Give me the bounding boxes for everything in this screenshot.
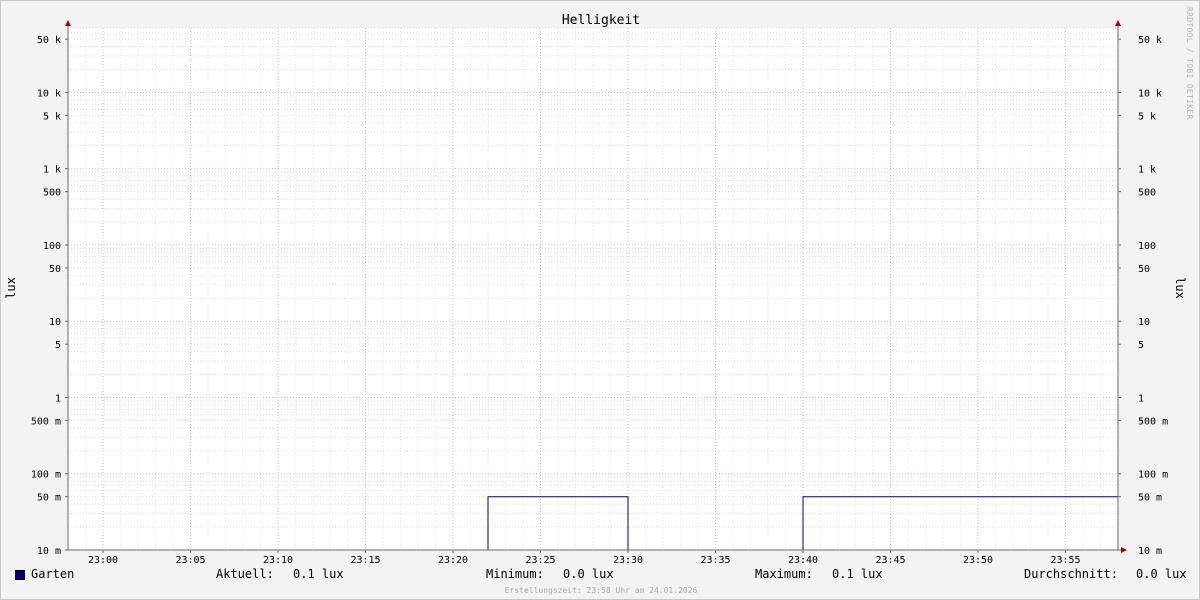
y-tick-label-right: 500 m	[1138, 416, 1168, 427]
y-axis-left-arrow	[65, 20, 71, 26]
x-tick-label: 23:40	[788, 555, 818, 566]
legend-stat-value-minimum: 0.0 lux	[563, 567, 614, 581]
chart-window: 50 k 10 k 5 k 1 k 500 100 50 10 5 1 500 m 100 m 50 m…	[0, 0, 1200, 600]
y-tick-label-left: 1 k	[43, 165, 61, 176]
legend-stat-label-maximum: Maximum:	[755, 567, 813, 581]
y-tick-label-right: 100	[1138, 241, 1156, 252]
x-tick-label: 23:45	[875, 555, 905, 566]
y-axis-label-left: lux	[4, 277, 18, 299]
y-tick-label-right: 1	[1138, 393, 1144, 404]
y-tick-label-left: 50 k	[37, 35, 61, 46]
x-axis-arrow	[1121, 547, 1127, 553]
legend-stat-value-average: 0.0 lux	[1136, 567, 1187, 581]
brightness-chart: 50 k 10 k 5 k 1 k 500 100 50 10 5 1 500 m 100 m 50 m…	[4, 13, 1187, 566]
y-tick-label-right: 50 k	[1138, 35, 1162, 46]
watermark: RRDTOOL / TOBI OETIKER	[1185, 7, 1194, 120]
y-axis-label-right: lux	[1173, 277, 1187, 299]
y-tick-label-left: 10	[49, 317, 61, 328]
y-tick-label-left: 500	[43, 188, 61, 199]
legend-stat-value-maximum: 0.1 lux	[832, 567, 883, 581]
y-tick-label-right: 1 k	[1138, 165, 1156, 176]
x-tick-label: 23:05	[175, 555, 205, 566]
y-tick-label-left: 500 m	[31, 416, 61, 427]
x-ticks: 23:00 23:05 23:10 23:15 23:20 23:25 23:30 23:35…	[88, 550, 1081, 566]
legend-stat-label-average: Durchschnitt:	[1024, 567, 1118, 581]
y-tick-label-right: 50 m	[1138, 493, 1162, 504]
y-tick-label-right: 10	[1138, 317, 1150, 328]
x-tick-label: 23:50	[963, 555, 993, 566]
legend-swatch	[15, 570, 25, 580]
legend-stat-value-current: 0.1 lux	[293, 567, 344, 581]
y-tick-label-left: 10 m	[37, 546, 61, 557]
y-tick-label-left: 100	[43, 241, 61, 252]
y-tick-label-right: 100 m	[1138, 470, 1168, 481]
y-tick-label-right: 5 k	[1138, 111, 1156, 122]
x-tick-label: 23:35	[700, 555, 730, 566]
x-tick-label: 23:30	[613, 555, 643, 566]
y-tick-label-left: 50 m	[37, 493, 61, 504]
y-tick-label-right: 50	[1138, 264, 1150, 275]
footer-timestamp: Erstellungszeit: 23:58 Uhr am 24.01.2026	[504, 586, 698, 595]
y-tick-label-left: 1	[55, 393, 61, 404]
y-tick-label-left: 5 k	[43, 111, 61, 122]
legend: Garten Aktuell: 0.1 lux Minimum: 0.0 lux…	[1, 567, 1200, 585]
y-axis-right-arrow	[1115, 20, 1121, 26]
x-tick-label: 23:20	[438, 555, 468, 566]
legend-stat-label-minimum: Minimum:	[486, 567, 544, 581]
y-tick-label-right: 10 k	[1138, 88, 1162, 99]
x-tick-label: 23:25	[525, 555, 555, 566]
y-tick-label-left: 5	[55, 340, 61, 351]
x-tick-label: 23:15	[350, 555, 380, 566]
y-tick-label-left: 100 m	[31, 470, 61, 481]
y-ticks-left: 50 k 10 k 5 k 1 k 500 100 50 10 5 1 500 m 100 m 50 m…	[31, 35, 68, 557]
y-tick-label-right: 5	[1138, 340, 1144, 351]
y-tick-label-left: 50	[49, 264, 61, 275]
x-tick-label: 23:10	[263, 555, 293, 566]
legend-series-name: Garten	[31, 567, 75, 581]
x-tick-label: 23:55	[1050, 555, 1080, 566]
legend-stat-label-current: Aktuell:	[216, 567, 274, 581]
chart-title: Helligkeit	[562, 13, 640, 28]
y-ticks-right: 50 k 10 k 5 k 1 k 500 100 50 10 5 1 500 m 100 m 50 m…	[1118, 35, 1168, 557]
y-tick-label-right: 10 m	[1138, 546, 1162, 557]
y-tick-label-right: 500	[1138, 188, 1156, 199]
x-tick-label: 23:00	[88, 555, 118, 566]
y-tick-label-left: 10 k	[37, 88, 61, 99]
